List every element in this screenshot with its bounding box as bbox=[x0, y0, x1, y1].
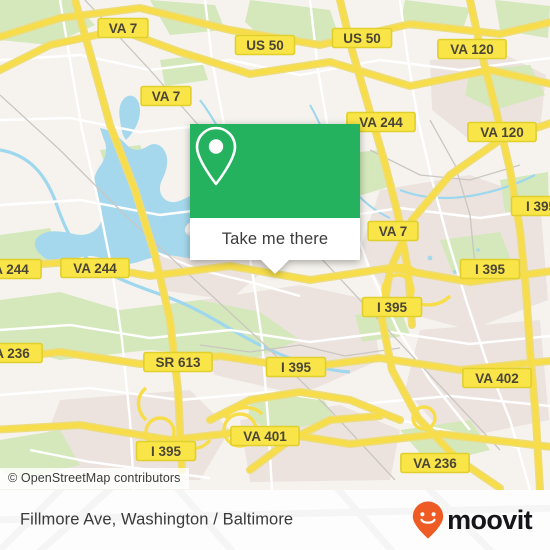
location-title: Fillmore Ave, Washington / Baltimore bbox=[20, 510, 294, 529]
road-shield: VA 7 bbox=[367, 220, 419, 242]
road-shield: VA 236 bbox=[400, 452, 470, 474]
road-shield-label: VA 244 bbox=[359, 115, 403, 130]
road-shield-label: SR 613 bbox=[155, 355, 201, 370]
road-shield-label: VA 120 bbox=[480, 125, 524, 140]
popup-action[interactable]: Take me there bbox=[190, 218, 360, 260]
road-shield-label: VA 7 bbox=[109, 21, 138, 36]
road-shield: I 395 bbox=[510, 195, 550, 217]
footer-bar: Fillmore Ave, Washington / Baltimore moo… bbox=[0, 490, 550, 550]
road-shield: VA 244 bbox=[60, 257, 130, 279]
destination-popup[interactable]: Take me there bbox=[190, 124, 360, 274]
road-shield-label: I 395 bbox=[526, 199, 550, 214]
road-shield: I 395 bbox=[135, 440, 197, 462]
road-shield: SR 613 bbox=[143, 351, 213, 373]
road-shield-label: VA 244 bbox=[73, 261, 117, 276]
road-shield-label: VA 120 bbox=[450, 42, 494, 57]
moovit-wordmark: moovit bbox=[447, 504, 533, 535]
road-shield-label: I 395 bbox=[377, 300, 408, 315]
road-shield-label: I 395 bbox=[475, 262, 506, 277]
road-shield: VA 7 bbox=[97, 17, 149, 39]
road-shield: VA 7 bbox=[140, 85, 192, 107]
road-shield: I 395 bbox=[361, 296, 423, 318]
road-shield: US 50 bbox=[331, 27, 393, 49]
road-shield: I 395 bbox=[459, 258, 521, 280]
moovit-logo[interactable]: moovit bbox=[411, 500, 533, 540]
moovit-smiley-pin-icon bbox=[412, 501, 444, 539]
road-shield: VA 401 bbox=[230, 425, 300, 447]
map-pin-icon bbox=[195, 126, 237, 186]
road-shield-label: VA 401 bbox=[243, 429, 287, 444]
road-shield: VA 120 bbox=[437, 38, 507, 60]
road-shield-label: US 50 bbox=[343, 31, 381, 46]
road-shield-label: VA 236 bbox=[413, 456, 457, 471]
road-shield-label: US 50 bbox=[246, 38, 284, 53]
road-shield-label: VA 402 bbox=[475, 371, 519, 386]
road-shield-label: VA 7 bbox=[379, 224, 408, 239]
popup-action-label: Take me there bbox=[221, 229, 329, 248]
road-shield-label: VA 7 bbox=[152, 89, 181, 104]
osm-attribution[interactable]: © OpenStreetMap contributors bbox=[0, 468, 189, 489]
road-shield: US 50 bbox=[234, 34, 296, 56]
road-shield-label: VA 244 bbox=[0, 262, 29, 277]
popup-tail bbox=[261, 260, 289, 274]
road-shield: VA 402 bbox=[462, 367, 532, 389]
popup-header bbox=[190, 124, 360, 218]
road-shield: VA 236 bbox=[0, 342, 43, 364]
road-shield: VA 120 bbox=[467, 121, 537, 143]
road-shield: I 395 bbox=[265, 356, 327, 378]
map-screenshot: VA 7 US 50 US 50 VA 120 VA 7 VA 244 VA 120 VA 7… bbox=[0, 0, 550, 550]
road-shield-label: VA 236 bbox=[0, 346, 30, 361]
road-shield: VA 244 bbox=[0, 258, 42, 280]
map-canvas[interactable]: VA 7 US 50 US 50 VA 120 VA 7 VA 244 VA 120 VA 7… bbox=[0, 0, 550, 490]
road-shield-label: I 395 bbox=[151, 444, 182, 459]
road-shield-label: I 395 bbox=[281, 360, 312, 375]
